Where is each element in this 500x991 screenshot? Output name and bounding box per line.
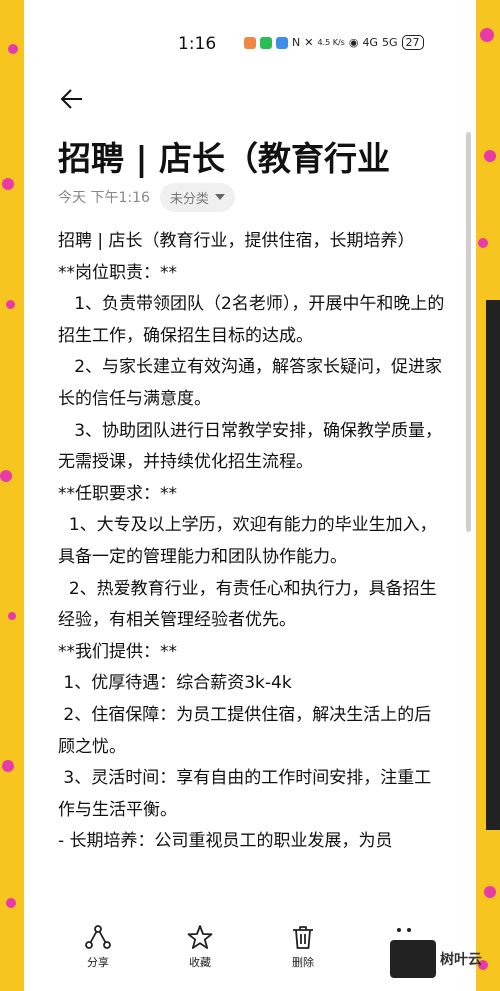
background-edge — [486, 300, 500, 830]
body-line: - 长期培养：公司重视员工的职业发展，为员 — [58, 831, 393, 852]
favorite-label: 收藏 — [189, 956, 211, 969]
body-line: 3、协助团队进行日常教学安排，确保教学质量，无需授课，并持续优化招生流程。 — [58, 420, 443, 473]
delete-label: 删除 — [292, 956, 314, 969]
body-line: **我们提供：** — [58, 641, 177, 662]
signal-4g: 4G — [362, 36, 378, 49]
category-dropdown[interactable]: 未分类 — [159, 182, 235, 212]
battery-indicator: 27 — [401, 35, 424, 50]
body-line: 1、优厚待遇：综合薪资3k-4k — [58, 673, 292, 694]
body-line: 2、住宿保障：为员工提供住宿，解决生活上的后顾之忧。 — [58, 704, 432, 757]
share-button[interactable]: 分享 — [68, 924, 128, 970]
share-icon — [85, 925, 111, 949]
watermark: 树叶云 — [390, 940, 482, 978]
hotspot-icon: ◉ — [348, 36, 359, 49]
body-line: 1、负责带领团队（2名老师），开展中午和晚上的招生工作，确保招生目标的达成。 — [58, 294, 445, 346]
decor-dot — [2, 760, 14, 772]
decor-dot — [0, 470, 12, 482]
wechat-icon — [260, 36, 272, 49]
decor-dot — [2, 178, 14, 190]
message-icon — [276, 36, 288, 49]
note-body[interactable]: 招聘 | 店长（教育行业，提供住宿，长期培养） **岗位职责：** 1、负责带领… — [58, 226, 448, 858]
status-time: 1:16 — [178, 34, 217, 54]
body-line: 招聘 | 店长（教育行业，提供住宿，长期培养） — [58, 231, 415, 251]
body-line: **岗位职责：** — [58, 262, 177, 283]
decor-dot — [480, 28, 494, 42]
network-speed: 4.5 K/s — [317, 38, 345, 47]
body-line: 3、灵活时间：享有自由的工作时间安排，注重工作与生活平衡。 — [58, 768, 432, 820]
signal-5g: 5G — [381, 36, 398, 49]
back-arrow-icon[interactable] — [58, 84, 88, 114]
note-date: 今天 下午1:16 — [58, 190, 150, 206]
decor-dot — [484, 150, 496, 162]
decor-dot — [484, 886, 496, 898]
body-line: 2、与家长建立有效沟通，解答家长疑问，促进家长的信任与满意度。 — [58, 357, 443, 409]
app-notification-icon — [244, 36, 256, 49]
note-meta: 今天 下午1:16 未分类 — [58, 182, 235, 212]
favorite-button[interactable]: 收藏 — [170, 924, 230, 970]
share-label: 分享 — [87, 956, 109, 969]
body-line: **任职要求：** — [58, 483, 177, 504]
nfc-icon: N — [292, 36, 301, 49]
status-icons: N ✕ 4.5 K/s ◉ 4G 5G 27 — [244, 35, 424, 50]
decor-dot — [8, 612, 16, 620]
decor-dot — [8, 44, 18, 54]
body-line: 1、大专及以上学历，欢迎有能力的毕业生加入，具备一定的管理能力和团队协作能力。 — [58, 515, 437, 567]
category-label: 未分类 — [169, 191, 209, 207]
phone-screen: 1:16 N ✕ 4.5 K/s ◉ 4G 5G 27 招聘 | 店长（教育行业… — [24, 0, 476, 991]
watermark-text: 树叶云 — [440, 952, 482, 968]
dropdown-triangle-icon — [214, 194, 225, 200]
note-title: 招聘 | 店长（教育行业 — [58, 139, 391, 178]
trash-icon — [293, 926, 313, 949]
watermark-logo — [390, 940, 436, 978]
status-bar: 1:16 N ✕ 4.5 K/s ◉ 4G 5G 27 — [24, 30, 476, 58]
decor-dot — [6, 898, 16, 908]
star-icon — [187, 925, 213, 949]
decor-dot — [6, 300, 15, 309]
scrollbar[interactable] — [466, 132, 471, 532]
decor-dot — [478, 238, 488, 248]
body-line: 2、热爱教育行业，有责任心和执行力，具备招生经验，有相关管理经验者优先。 — [58, 578, 437, 631]
mute-icon: ✕ — [304, 36, 314, 49]
delete-button[interactable]: 删除 — [273, 924, 333, 970]
